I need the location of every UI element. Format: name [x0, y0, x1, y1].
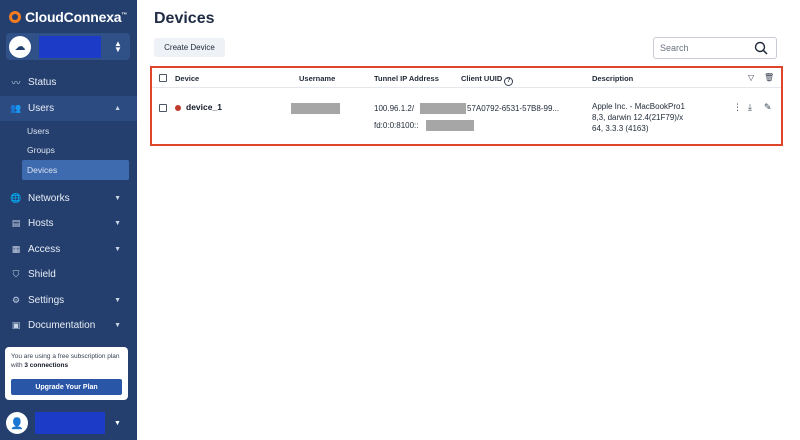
sidebar-subitem-groups[interactable]: Groups	[0, 141, 137, 161]
sidebar-item-hosts[interactable]: ▤ Hosts ▼	[0, 211, 137, 237]
row-select-checkbox[interactable]	[159, 104, 167, 112]
column-header-client-uuid-label: Client UUID	[461, 74, 503, 83]
search-icon[interactable]	[754, 41, 768, 55]
edit-pencil-icon[interactable]: ✎	[764, 102, 772, 113]
gear-icon: ⚙	[11, 294, 21, 305]
info-icon[interactable]: ?	[504, 77, 514, 86]
cloud-icon: ☁	[9, 35, 31, 58]
sidebar-item-label: Networks	[28, 192, 70, 204]
status-dot	[175, 105, 181, 111]
device-name[interactable]: device_1	[186, 102, 222, 113]
subscription-plan-box: You are using a free subscription plan w…	[5, 347, 128, 400]
description-line-2: 8,3, darwin 12.4(21F79)/x	[592, 113, 684, 122]
sidebar-subitem-label: Devices	[27, 164, 58, 175]
sidebar-item-access[interactable]: ▦ Access ▼	[0, 237, 137, 263]
sidebar-item-shield[interactable]: ⛉ Shield	[0, 262, 137, 288]
sidebar-subitem-users[interactable]: Users	[0, 121, 137, 141]
tunnel-ip-v4: 100.96.1.2/	[374, 103, 414, 114]
tunnel-ip-v6-prefix: fd:0:0:8100::	[374, 121, 419, 130]
activity-icon: 〰	[11, 78, 21, 89]
sidebar-subitem-devices[interactable]: Devices	[22, 160, 129, 180]
tunnel-ip-v4-prefix: 100.96.1.2/	[374, 104, 415, 113]
chevron-updown-icon: ▲ ▼	[114, 38, 122, 54]
chevron-down-icon: ▼	[114, 220, 121, 228]
sidebar-item-label: Documentation	[28, 320, 96, 332]
column-header-tunnel-ip[interactable]: Tunnel IP Address	[374, 74, 439, 83]
globe-icon: 🌐	[10, 192, 22, 203]
sidebar-item-label: Access	[28, 243, 61, 255]
description-line-3: 64, 3.3.3 (4163)	[592, 124, 649, 133]
trash-icon[interactable]: 🗑	[764, 73, 774, 82]
filter-icon[interactable]: ▽	[748, 73, 754, 82]
server-icon: ▤	[11, 218, 21, 229]
chevron-down-icon: ▼	[114, 419, 121, 427]
table-header: Device Username Tunnel IP Address Client…	[152, 68, 781, 88]
sidebar-subitem-label: Users	[27, 125, 50, 136]
shield-icon: ⛉	[12, 269, 20, 280]
sidebar-nav: 〰 Status 👥 Users ▲ Users Groups Devices …	[0, 70, 137, 339]
sidebar-item-label: Settings	[28, 294, 65, 306]
grid-icon: ▦	[11, 243, 21, 254]
chevron-up-icon: ▲	[114, 104, 121, 112]
chevron-down-icon: ▼	[114, 245, 121, 253]
user-name-redacted	[35, 412, 105, 434]
sidebar: CloudConnexa™ ☁ ▲ ▼ 〰 Status 👥 Users ▲ Us…	[0, 0, 137, 440]
column-header-client-uuid[interactable]: Client UUID?	[461, 74, 514, 86]
column-header-device[interactable]: Device	[175, 74, 199, 83]
devices-table-highlight: Device Username Tunnel IP Address Client…	[150, 66, 783, 146]
user-menu[interactable]: 👤 ▼	[6, 410, 130, 436]
sidebar-item-status[interactable]: 〰 Status	[0, 70, 137, 96]
sidebar-item-settings[interactable]: ⚙ Settings ▼	[0, 288, 137, 314]
sidebar-item-label: Hosts	[28, 218, 54, 230]
tunnel-ip-v6: fd:0:0:8100::	[374, 120, 418, 131]
plan-text: You are using a free subscription plan w…	[11, 352, 122, 370]
brand[interactable]: CloudConnexa™	[9, 8, 127, 26]
sidebar-item-label: Status	[28, 77, 57, 89]
download-icon[interactable]: ⤓	[748, 102, 752, 113]
user-avatar-icon: 👤	[6, 412, 28, 434]
column-header-username[interactable]: Username	[299, 74, 335, 83]
brand-name: CloudConnexa™	[25, 9, 128, 25]
create-device-button[interactable]: Create Device	[154, 38, 225, 57]
username-redacted	[291, 103, 340, 114]
more-vertical-icon[interactable]: ⋮	[733, 102, 742, 113]
search-box	[653, 37, 777, 59]
chevron-down-icon: ▼	[114, 296, 121, 304]
sidebar-subitem-label: Groups	[27, 145, 55, 156]
client-uuid: 57A0792-6531-57B8-99...	[467, 104, 560, 113]
ip-v4-redacted	[420, 103, 466, 114]
description-line-1: Apple Inc. - MacBookPro1	[592, 102, 685, 111]
sidebar-item-label: Shield	[28, 269, 56, 281]
sidebar-item-networks[interactable]: 🌐 Networks ▼	[0, 186, 137, 212]
doc-icon: ▣	[11, 320, 21, 331]
sidebar-item-documentation[interactable]: ▣ Documentation ▼	[0, 313, 137, 339]
plan-connections: 3 connections	[24, 362, 69, 369]
search-input[interactable]	[654, 39, 750, 57]
table-row: device_1 100.96.1.2/ 57A0792-6531-57B8-9…	[152, 89, 781, 147]
column-header-description[interactable]: Description	[592, 74, 633, 83]
workspace-name-redacted	[39, 35, 101, 58]
select-all-checkbox[interactable]	[159, 74, 167, 82]
users-icon: 👥	[10, 102, 22, 113]
upgrade-plan-button[interactable]: Upgrade Your Plan	[11, 379, 122, 395]
workspace-selector[interactable]: ☁ ▲ ▼	[6, 33, 130, 60]
cloudconnexa-logo-icon	[9, 11, 21, 23]
chevron-down-icon: ▼	[114, 322, 121, 330]
ip-v6-redacted	[426, 120, 474, 131]
chevron-down-icon: ▼	[114, 194, 121, 202]
page-title: Devices	[154, 10, 215, 27]
sidebar-item-users[interactable]: 👥 Users ▲	[0, 95, 137, 121]
sidebar-item-label: Users	[28, 102, 55, 114]
